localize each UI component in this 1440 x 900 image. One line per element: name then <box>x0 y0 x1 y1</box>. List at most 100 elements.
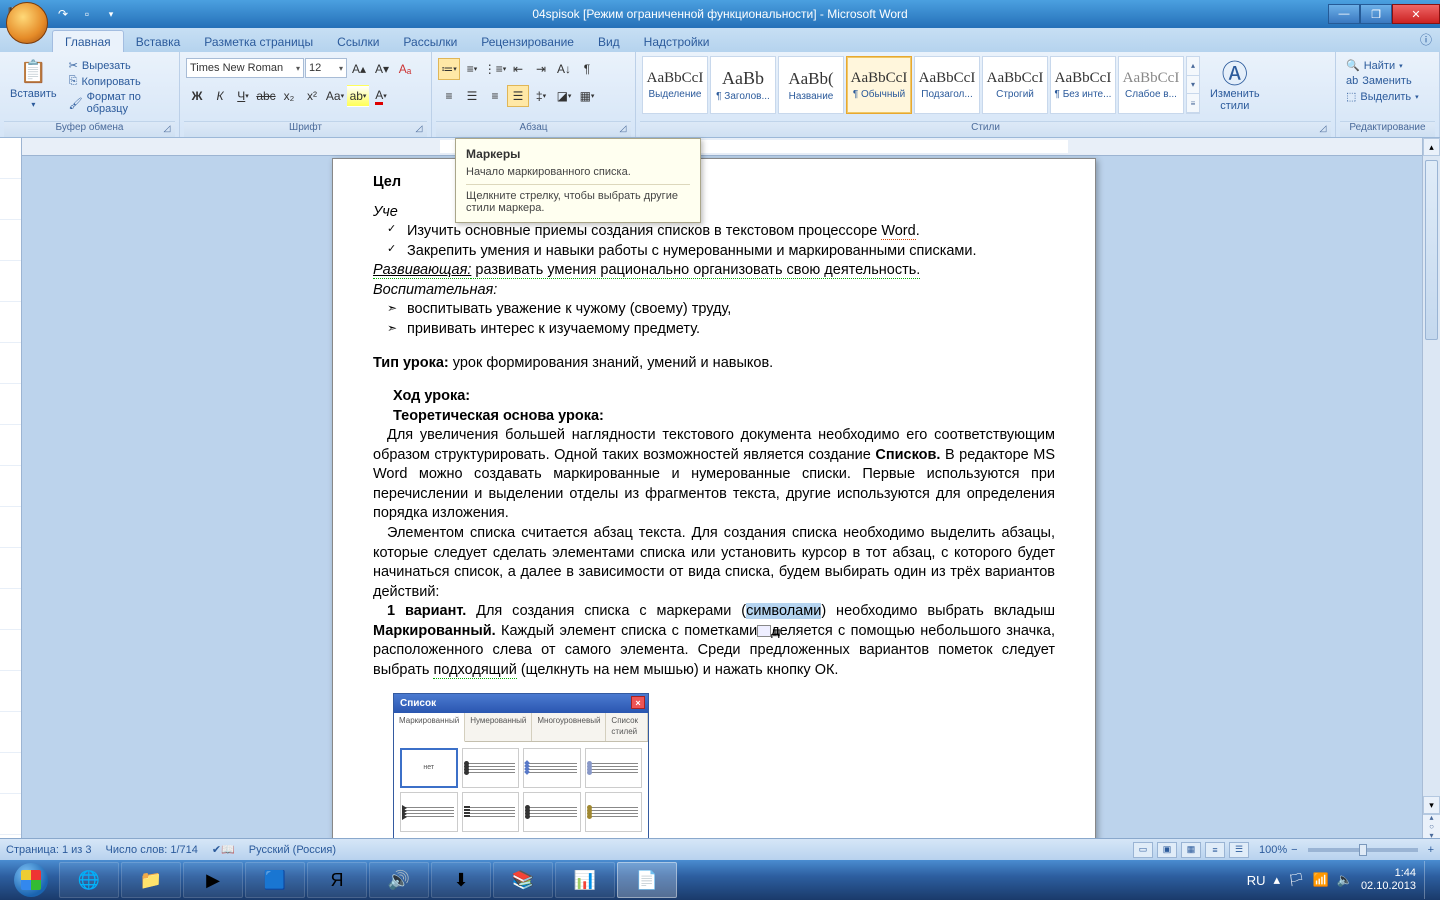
tray-show-hidden-icon[interactable]: ▴ <box>1274 872 1281 888</box>
justify-button[interactable]: ☰ <box>507 85 529 107</box>
style-item[interactable]: AaBb¶ Заголов... <box>710 56 776 114</box>
document-viewport[interactable]: Цел Уче Изучить основные приемы создания… <box>22 138 1422 838</box>
dialog-launcher-icon[interactable]: ◿ <box>413 123 425 135</box>
style-item[interactable]: AaBbCcIСтрогий <box>982 56 1048 114</box>
page[interactable]: Цел Уче Изучить основные приемы создания… <box>332 158 1096 838</box>
shading-button[interactable]: ◪▾ <box>553 85 575 107</box>
superscript-button[interactable]: x² <box>301 85 323 107</box>
view-full-screen-button[interactable]: ▣ <box>1157 842 1177 858</box>
numbering-button[interactable]: ≡▾ <box>461 58 483 80</box>
multilevel-button[interactable]: ⋮≡▾ <box>484 58 506 80</box>
tab-insert[interactable]: Вставка <box>124 31 193 52</box>
taskbar-sound[interactable]: 🔊 <box>369 862 429 898</box>
proofing-icon[interactable]: ✔📖 <box>212 843 235 856</box>
taskbar-download[interactable]: ⬇ <box>431 862 491 898</box>
view-web-button[interactable]: ▦ <box>1181 842 1201 858</box>
taskbar-media[interactable]: ▶ <box>183 862 243 898</box>
taskbar-ie[interactable]: 🌐 <box>59 862 119 898</box>
strike-button[interactable]: abc <box>255 85 277 107</box>
bullets-button[interactable]: ≔▾ <box>438 58 460 80</box>
clear-formatting-button[interactable]: Aₐ <box>394 58 416 80</box>
taskbar-winrar[interactable]: 📚 <box>493 862 553 898</box>
font-size-combo[interactable]: 12▾ <box>305 58 347 78</box>
zoom-out-button[interactable]: − <box>1291 844 1297 856</box>
tab-home[interactable]: Главная <box>52 30 124 52</box>
dialog-launcher-icon[interactable]: ◿ <box>617 123 629 135</box>
highlight-button[interactable]: ab▾ <box>347 85 369 107</box>
maximize-button[interactable]: ❐ <box>1360 4 1392 24</box>
minimize-button[interactable]: — <box>1328 4 1360 24</box>
italic-button[interactable]: К <box>209 85 231 107</box>
shrink-font-button[interactable]: A▾ <box>371 58 393 80</box>
underline-button[interactable]: Ч▾ <box>232 85 254 107</box>
scroll-track[interactable] <box>1423 156 1440 796</box>
borders-button[interactable]: ▦▾ <box>576 85 598 107</box>
taskbar-powerpoint[interactable]: 📊 <box>555 862 615 898</box>
qat-customize-icon[interactable]: ▾ <box>102 5 120 23</box>
change-case-button[interactable]: Aa▾ <box>324 85 346 107</box>
sort-button[interactable]: A↓ <box>553 58 575 80</box>
subscript-button[interactable]: x₂ <box>278 85 300 107</box>
show-marks-button[interactable]: ¶ <box>576 58 598 80</box>
tab-addins[interactable]: Надстройки <box>632 31 722 52</box>
new-doc-icon[interactable]: ▫ <box>78 5 96 23</box>
paste-button[interactable]: 📋 Вставить ▾ <box>4 54 63 111</box>
align-center-button[interactable]: ☰ <box>461 85 483 107</box>
tab-review[interactable]: Рецензирование <box>469 31 586 52</box>
font-name-combo[interactable]: Times New Roman▾ <box>186 58 304 78</box>
zoom-slider[interactable] <box>1308 848 1418 852</box>
style-item[interactable]: AaBbCcIСлабое в... <box>1118 56 1184 114</box>
scroll-thumb[interactable] <box>1425 160 1438 340</box>
dialog-launcher-icon[interactable]: ◿ <box>161 123 173 135</box>
style-item[interactable]: AaBbCcIПодзагол... <box>914 56 980 114</box>
align-left-button[interactable]: ≡ <box>438 85 460 107</box>
tab-mailings[interactable]: Рассылки <box>391 31 469 52</box>
format-painter-button[interactable]: 🖌Формат по образцу <box>65 90 175 116</box>
tray-lang[interactable]: RU <box>1247 873 1266 888</box>
grow-font-button[interactable]: A▴ <box>348 58 370 80</box>
dialog-launcher-icon[interactable]: ◿ <box>1317 123 1329 135</box>
redo-icon[interactable]: ↷ <box>54 5 72 23</box>
status-language[interactable]: Русский (Россия) <box>249 844 336 856</box>
style-item-selected[interactable]: AaBbCcI¶ Обычный <box>846 56 912 114</box>
view-print-layout-button[interactable]: ▭ <box>1133 842 1153 858</box>
office-button[interactable] <box>6 2 48 44</box>
change-styles-button[interactable]: Ⓐ Изменить стили <box>1204 54 1266 114</box>
gallery-scroll[interactable]: ▴▾≡ <box>1186 56 1200 114</box>
tab-view[interactable]: Вид <box>586 31 632 52</box>
tray-flag-icon[interactable]: 🏳 <box>1288 872 1305 888</box>
close-button[interactable]: ✕ <box>1392 4 1440 24</box>
find-button[interactable]: 🔍Найти▾ <box>1342 58 1407 73</box>
zoom-level[interactable]: 100% <box>1259 844 1287 856</box>
decrease-indent-button[interactable]: ⇤ <box>507 58 529 80</box>
font-color-button[interactable]: A▾ <box>370 85 392 107</box>
view-outline-button[interactable]: ≡ <box>1205 842 1225 858</box>
browse-object[interactable]: ▴○▾ <box>1423 814 1440 838</box>
select-button[interactable]: ⬚Выделить▾ <box>1342 89 1423 104</box>
line-spacing-button[interactable]: ‡▾ <box>530 85 552 107</box>
increase-indent-button[interactable]: ⇥ <box>530 58 552 80</box>
tray-volume-icon[interactable]: 🔈 <box>1337 872 1353 888</box>
cut-button[interactable]: ✂Вырезать <box>65 58 175 73</box>
horizontal-ruler[interactable] <box>22 138 1422 156</box>
replace-button[interactable]: abЗаменить <box>1342 74 1416 88</box>
view-draft-button[interactable]: ☰ <box>1229 842 1249 858</box>
taskbar-yandex[interactable]: Я <box>307 862 367 898</box>
scroll-up-icon[interactable]: ▴ <box>1423 138 1440 156</box>
vertical-ruler[interactable] <box>0 138 22 838</box>
zoom-thumb[interactable] <box>1359 844 1367 856</box>
align-right-button[interactable]: ≡ <box>484 85 506 107</box>
tray-clock[interactable]: 1:44 02.10.2013 <box>1361 867 1416 892</box>
show-desktop-button[interactable] <box>1424 861 1432 899</box>
tray-network-icon[interactable]: 📶 <box>1313 872 1329 888</box>
tab-references[interactable]: Ссылки <box>325 31 391 52</box>
copy-button[interactable]: ⎘Копировать <box>65 74 175 89</box>
style-item[interactable]: AaBb(Название <box>778 56 844 114</box>
zoom-in-button[interactable]: + <box>1428 844 1434 856</box>
start-button[interactable] <box>4 861 58 899</box>
style-item[interactable]: AaBbCcI¶ Без инте... <box>1050 56 1116 114</box>
taskbar-explorer[interactable]: 📁 <box>121 862 181 898</box>
style-item[interactable]: AaBbCcIВыделение <box>642 56 708 114</box>
styles-gallery[interactable]: AaBbCcIВыделение AaBb¶ Заголов... AaBb(Н… <box>640 54 1202 116</box>
status-words[interactable]: Число слов: 1/714 <box>106 844 198 856</box>
